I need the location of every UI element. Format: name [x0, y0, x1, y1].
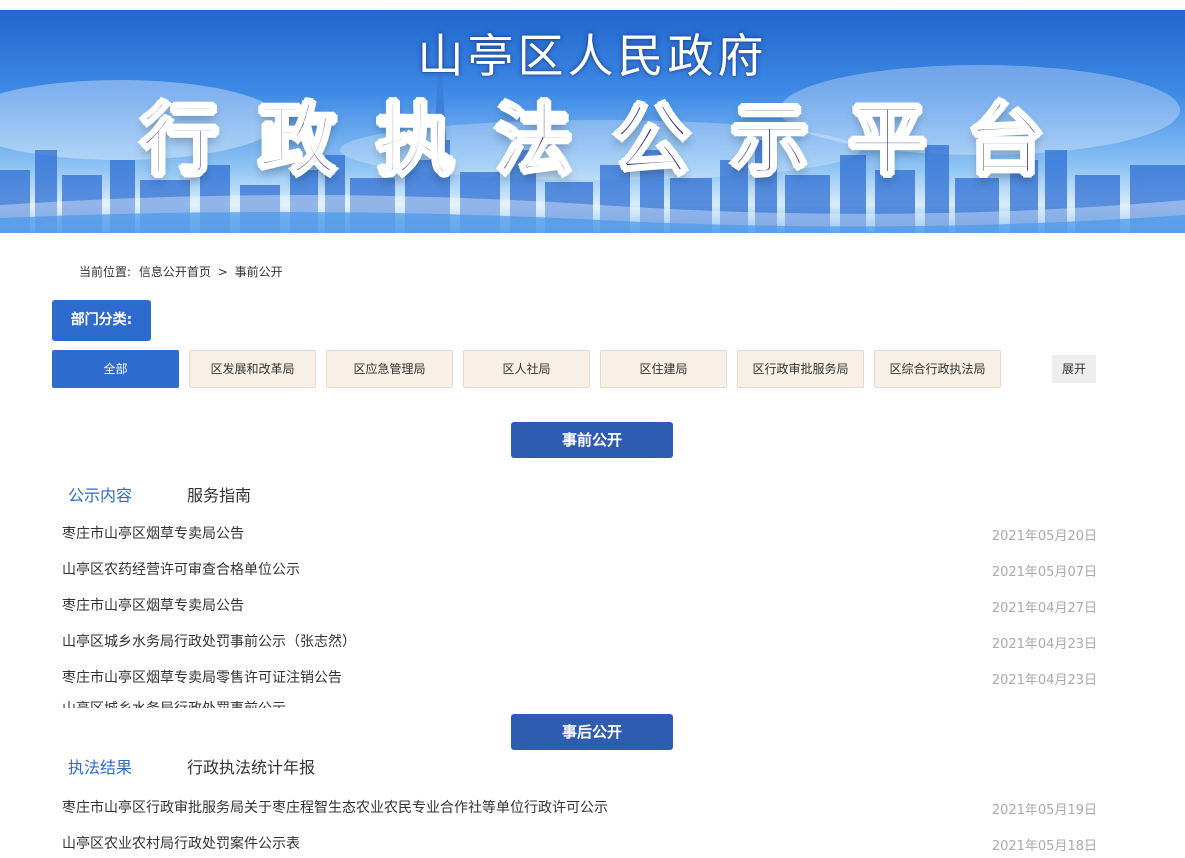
tab-service-guide[interactable]: 服务指南 [187, 482, 251, 506]
post-disclosure-header[interactable]: 事后公开 [511, 714, 673, 750]
dept-filter-administrative-approval[interactable]: 区行政审批服务局 [737, 350, 864, 388]
list-item-title-partial[interactable]: 山亭区城乡水务局行政处罚事前公示 [62, 698, 286, 708]
dept-filter-human-resources[interactable]: 区人社局 [463, 350, 590, 388]
list-item-date: 2021年05月19日 [991, 803, 1097, 818]
department-label: 部门分类: [52, 300, 151, 341]
list-item: 枣庄市山亭区行政审批服务局关于枣庄程智生态农业农民专业合作社等单位行政许可公示 … [62, 797, 1097, 833]
expand-button[interactable]: 展开 [1052, 355, 1096, 383]
tab-enforcement-results[interactable]: 执法结果 [68, 754, 132, 778]
dept-filter-emergency-management[interactable]: 区应急管理局 [326, 350, 453, 388]
list-item-date: 2021年05月18日 [991, 839, 1097, 854]
list-item-date: 2021年04月23日 [991, 673, 1097, 688]
list-item-date: 2021年05月20日 [991, 529, 1097, 544]
list-item-title[interactable]: 山亭区农业农村局行政处罚案件公示表 [62, 833, 300, 853]
list-item: 山亭区城乡水务局行政处罚事前公示（张志然） 2021年04月23日 [62, 631, 1097, 667]
list-item-title[interactable]: 枣庄市山亭区烟草专卖局公告 [62, 523, 244, 543]
list-item-date: 2021年05月07日 [991, 565, 1097, 580]
list-item-title[interactable]: 枣庄市山亭区行政审批服务局关于枣庄程智生态农业农民专业合作社等单位行政许可公示 [62, 797, 608, 817]
dept-filter-development-reform[interactable]: 区发展和改革局 [189, 350, 316, 388]
tab-disclosure-content[interactable]: 公示内容 [68, 482, 132, 506]
dept-filter-all[interactable]: 全部 [52, 350, 179, 388]
list-item-date: 2021年04月23日 [991, 637, 1097, 652]
dept-filter-housing-construction[interactable]: 区住建局 [600, 350, 727, 388]
list-item-title[interactable]: 山亭区城乡水务局行政处罚事前公示（张志然） [62, 631, 356, 651]
banner-subtitle: 山亭区人民政府 [417, 29, 768, 83]
list-item: 枣庄市山亭区烟草专卖局公告 2021年05月20日 [62, 523, 1097, 559]
list-item: 山亭区农业农村局行政处罚案件公示表 2021年05月18日 [62, 833, 1097, 858]
breadcrumb-current: 事前公开 [234, 265, 283, 279]
header-banner: 山亭区人民政府 行政执法公示平台 [0, 0, 1185, 233]
list-item-title[interactable]: 枣庄市山亭区烟草专卖局公告 [62, 595, 244, 615]
breadcrumb: 当前位置: 信息公开首页 > 事前公开 [79, 263, 283, 280]
list-item: 枣庄市山亭区烟草专卖局公告 2021年04月27日 [62, 595, 1097, 631]
pre-disclosure-header[interactable]: 事前公开 [511, 422, 673, 458]
list-item-date: 2021年04月27日 [991, 601, 1097, 616]
tab-annual-statistics[interactable]: 行政执法统计年报 [187, 754, 315, 778]
breadcrumb-prefix: 当前位置: [79, 265, 132, 279]
list-item-title[interactable]: 山亭区农药经营许可审查合格单位公示 [62, 559, 300, 579]
list-item-title[interactable]: 枣庄市山亭区烟草专卖局零售许可证注销公告 [62, 667, 342, 687]
list-item: 山亭区农药经营许可审查合格单位公示 2021年05月07日 [62, 559, 1097, 595]
list-overflow-clip: 山亭区城乡水务局行政处罚事前公示 [62, 698, 1097, 708]
breadcrumb-home-link[interactable]: 信息公开首页 [139, 263, 211, 280]
dept-filter-comprehensive-enforcement[interactable]: 区综合行政执法局 [874, 350, 1001, 388]
banner-title: 行政执法公示平台 [139, 95, 1085, 188]
breadcrumb-separator: > [217, 265, 228, 279]
